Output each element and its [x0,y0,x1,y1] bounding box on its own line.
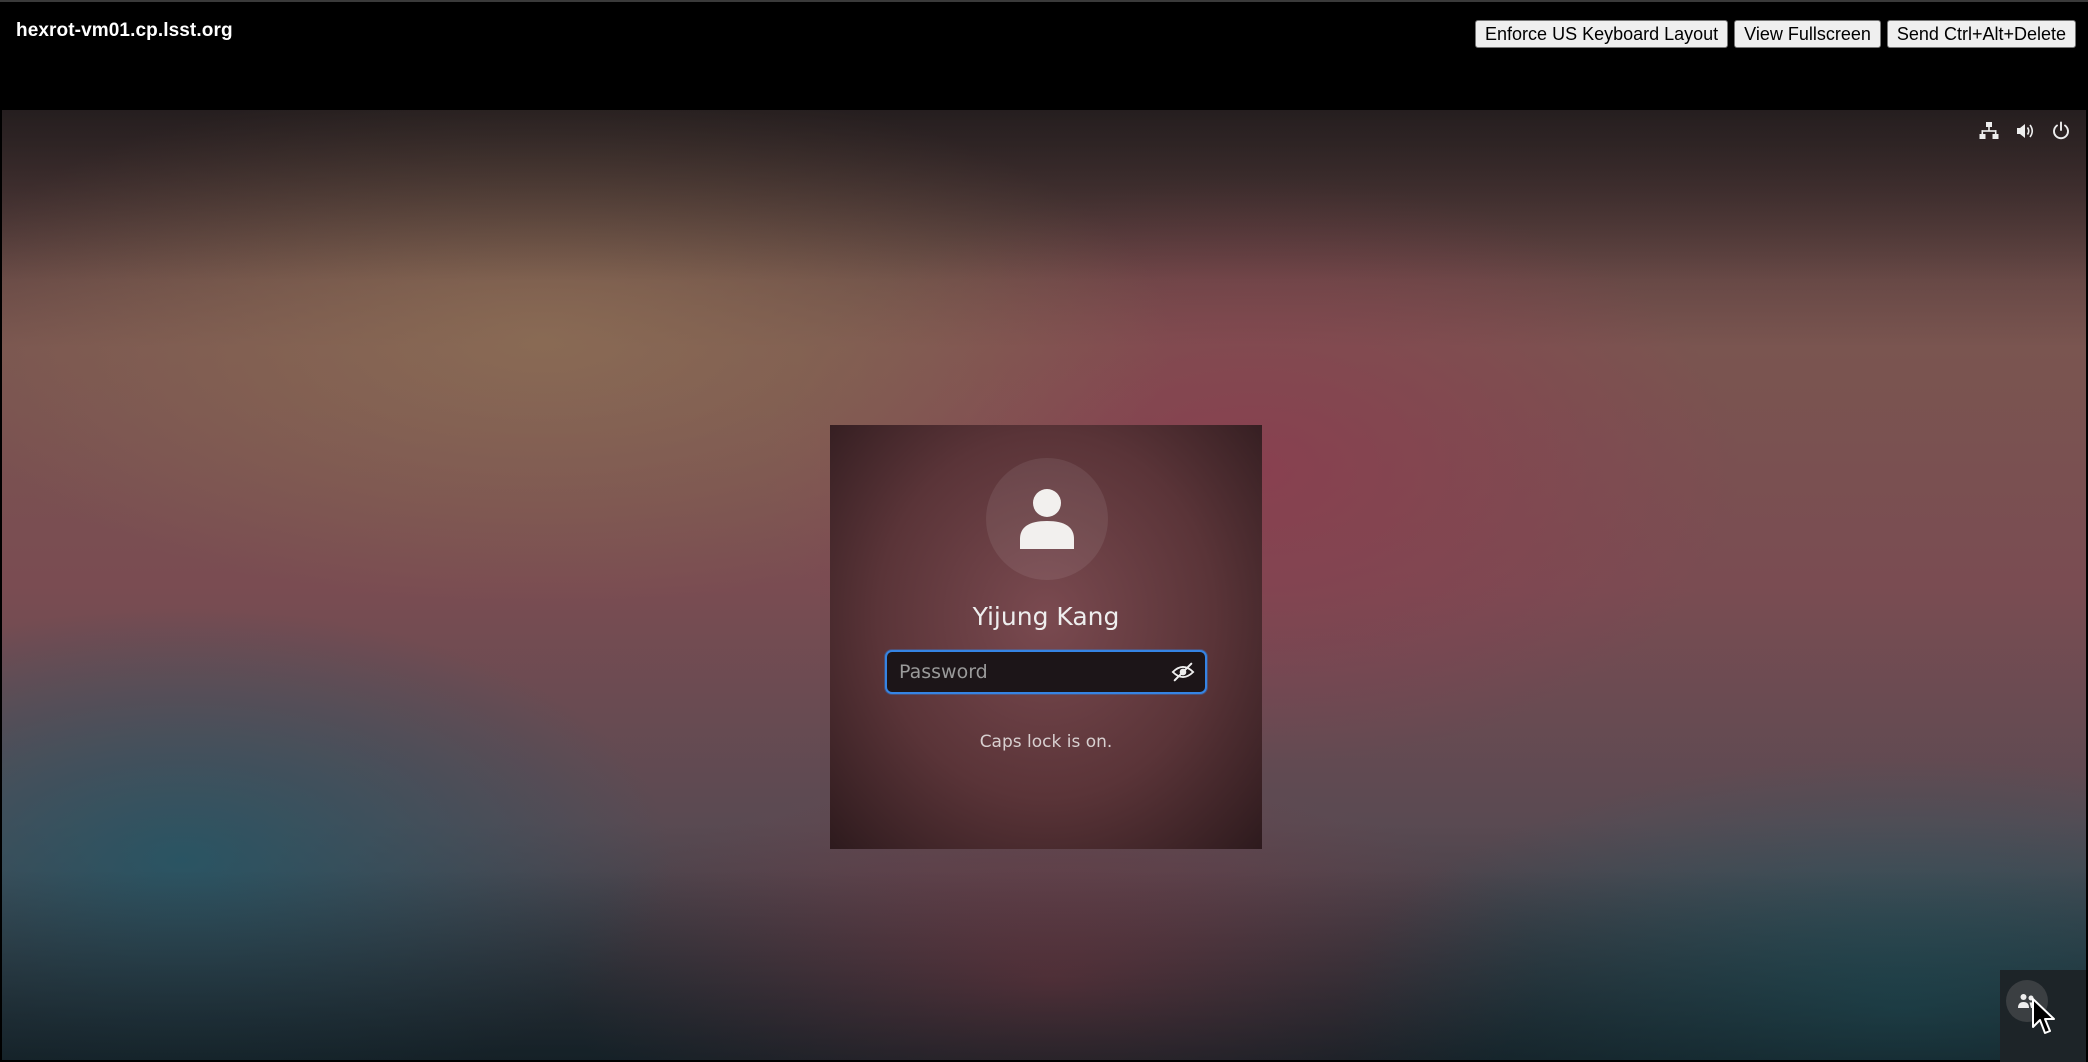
password-input[interactable] [897,651,1170,693]
system-tray[interactable] [1978,120,2072,142]
login-dialog: Yijung Kang Caps lock is on. [830,425,1262,849]
eye-slash-icon[interactable] [1170,659,1196,685]
volume-icon[interactable] [2014,120,2036,142]
password-field-container[interactable] [885,650,1207,694]
send-ctrl-alt-delete-button[interactable]: Send Ctrl+Alt+Delete [1886,20,2076,48]
power-icon[interactable] [2050,120,2072,142]
view-fullscreen-button[interactable]: View Fullscreen [1734,20,1881,48]
remote-desktop[interactable]: Yijung Kang Caps lock is on. [2,110,2086,1060]
caps-lock-warning: Caps lock is on. [979,732,1113,752]
host-title: hexrot-vm01.cp.lsst.org [16,20,233,41]
toolbar-buttons: Enforce US Keyboard Layout View Fullscre… [1475,20,2076,48]
console-toolbar: hexrot-vm01.cp.lsst.org Enforce US Keybo… [0,0,2088,110]
mouse-cursor-icon [2032,998,2055,1034]
user-avatar-icon [986,458,1108,580]
network-wired-icon[interactable] [1978,120,2000,142]
vnc-console-window: hexrot-vm01.cp.lsst.org Enforce US Keybo… [0,0,2088,1062]
user-name: Yijung Kang [972,602,1120,631]
enforce-us-keyboard-button[interactable]: Enforce US Keyboard Layout [1475,20,1729,48]
